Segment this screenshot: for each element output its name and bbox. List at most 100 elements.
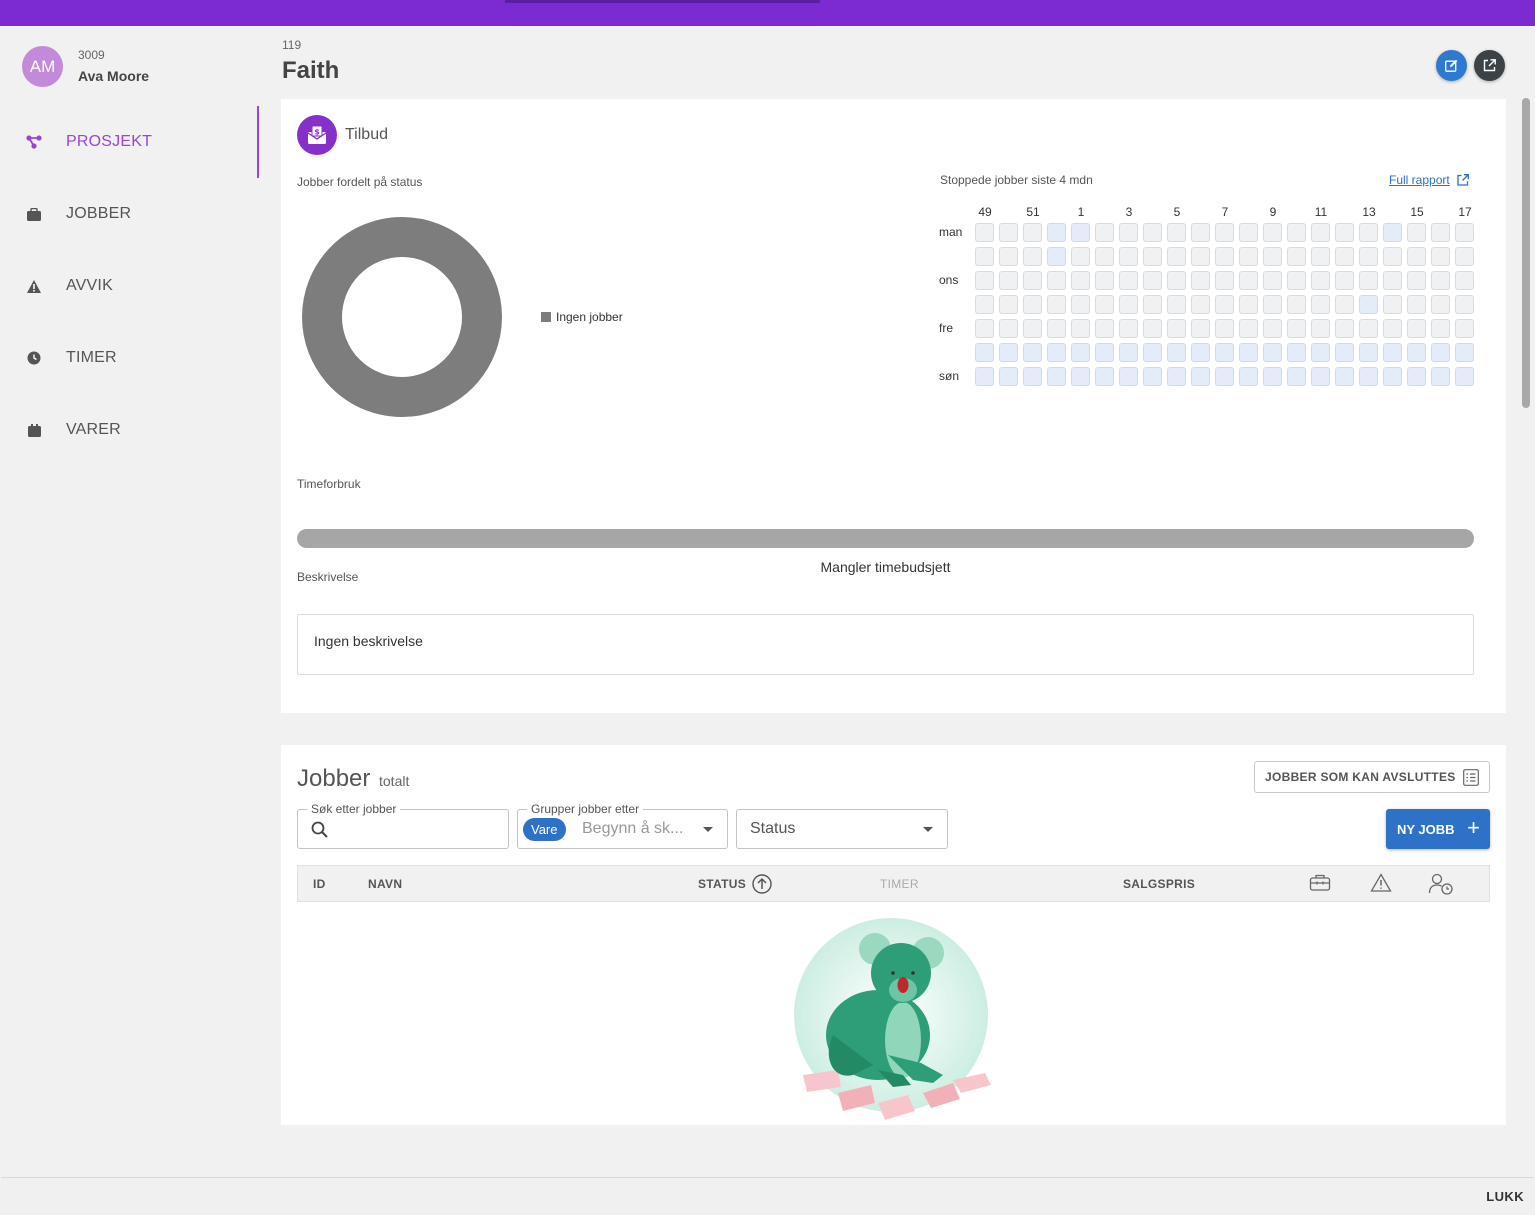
- heatmap-cell[interactable]: [1191, 247, 1210, 266]
- heatmap-cell[interactable]: [1311, 367, 1330, 386]
- heatmap-cell[interactable]: [1407, 367, 1426, 386]
- heatmap-cell[interactable]: [1287, 367, 1306, 386]
- heatmap-cell[interactable]: [1119, 343, 1138, 362]
- heatmap-cell[interactable]: [975, 223, 994, 242]
- heatmap-cell[interactable]: [1047, 295, 1066, 314]
- heatmap-cell[interactable]: [975, 295, 994, 314]
- heatmap-cell[interactable]: [1047, 319, 1066, 338]
- heatmap-cell[interactable]: [1287, 319, 1306, 338]
- heatmap-cell[interactable]: [1407, 343, 1426, 362]
- heatmap-cell[interactable]: [1239, 319, 1258, 338]
- heatmap-cell[interactable]: [1143, 271, 1162, 290]
- heatmap-cell[interactable]: [1071, 367, 1090, 386]
- heatmap-cell[interactable]: [1239, 271, 1258, 290]
- heatmap-cell[interactable]: [1143, 343, 1162, 362]
- heatmap-cell[interactable]: [1311, 223, 1330, 242]
- heatmap-cell[interactable]: [1071, 343, 1090, 362]
- heatmap-cell[interactable]: [1167, 367, 1186, 386]
- heatmap-cell[interactable]: [1431, 271, 1450, 290]
- heatmap-cell[interactable]: [1311, 319, 1330, 338]
- heatmap-cell[interactable]: [1383, 319, 1402, 338]
- heatmap-cell[interactable]: [1431, 367, 1450, 386]
- job-search-field[interactable]: Søk etter jobber: [297, 802, 509, 849]
- heatmap-cell[interactable]: [1047, 367, 1066, 386]
- heatmap-cell[interactable]: [1407, 223, 1426, 242]
- heatmap-cell[interactable]: [1071, 319, 1090, 338]
- heatmap-cell[interactable]: [1407, 271, 1426, 290]
- heatmap-cell[interactable]: [1119, 319, 1138, 338]
- sidebar-item-timer[interactable]: TIMER: [1, 322, 259, 394]
- scrollbar-thumb[interactable]: [1522, 98, 1530, 408]
- column-name[interactable]: NAVN: [368, 877, 402, 891]
- heatmap-cell[interactable]: [1431, 343, 1450, 362]
- heatmap-cell[interactable]: [1359, 367, 1378, 386]
- heatmap-cell[interactable]: [1215, 343, 1234, 362]
- sidebar-item-avvik[interactable]: AVVIK: [1, 250, 259, 322]
- heatmap-cell[interactable]: [1239, 223, 1258, 242]
- heatmap-cell[interactable]: [1047, 223, 1066, 242]
- heatmap-cell[interactable]: [1167, 271, 1186, 290]
- heatmap-cell[interactable]: [999, 247, 1018, 266]
- heatmap-cell[interactable]: [999, 319, 1018, 338]
- heatmap-cell[interactable]: [1455, 367, 1474, 386]
- close-button[interactable]: LUKK: [1486, 1189, 1524, 1204]
- heatmap-cell[interactable]: [1023, 271, 1042, 290]
- heatmap-cell[interactable]: [1023, 223, 1042, 242]
- heatmap-cell[interactable]: [1215, 247, 1234, 266]
- heatmap-cell[interactable]: [1455, 247, 1474, 266]
- heatmap-cell[interactable]: [1143, 247, 1162, 266]
- heatmap-cell[interactable]: [1143, 319, 1162, 338]
- heatmap-cell[interactable]: [1095, 247, 1114, 266]
- status-select[interactable]: Status: [736, 809, 948, 849]
- heatmap-cell[interactable]: [975, 319, 994, 338]
- heatmap-cell[interactable]: [1407, 247, 1426, 266]
- heatmap-cell[interactable]: [975, 367, 994, 386]
- heatmap-cell[interactable]: [1119, 247, 1138, 266]
- heatmap-cell[interactable]: [1311, 271, 1330, 290]
- heatmap-cell[interactable]: [1263, 343, 1282, 362]
- heatmap-cell[interactable]: [1023, 319, 1042, 338]
- closable-jobs-button[interactable]: JOBBER SOM KAN AVSLUTTES: [1254, 761, 1490, 793]
- heatmap-cell[interactable]: [1071, 271, 1090, 290]
- heatmap-cell[interactable]: [1359, 295, 1378, 314]
- heatmap-cell[interactable]: [1335, 367, 1354, 386]
- heatmap-cell[interactable]: [1287, 295, 1306, 314]
- heatmap-cell[interactable]: [1167, 247, 1186, 266]
- heatmap-cell[interactable]: [1167, 319, 1186, 338]
- heatmap-cell[interactable]: [1383, 343, 1402, 362]
- heatmap-cell[interactable]: [1359, 343, 1378, 362]
- heatmap-cell[interactable]: [1023, 367, 1042, 386]
- heatmap-cell[interactable]: [1287, 223, 1306, 242]
- heatmap-cell[interactable]: [1335, 295, 1354, 314]
- heatmap-cell[interactable]: [1455, 295, 1474, 314]
- full-report-link[interactable]: Full rapport: [1389, 173, 1469, 187]
- warning-icon[interactable]: [1370, 873, 1392, 893]
- heatmap-cell[interactable]: [1383, 295, 1402, 314]
- heatmap-cell[interactable]: [1143, 295, 1162, 314]
- heatmap-cell[interactable]: [1311, 247, 1330, 266]
- edit-project-button[interactable]: [1436, 50, 1467, 81]
- column-price[interactable]: SALGSPRIS: [1123, 877, 1195, 891]
- heatmap-cell[interactable]: [1023, 295, 1042, 314]
- heatmap-cell[interactable]: [1431, 247, 1450, 266]
- heatmap-cell[interactable]: [1095, 343, 1114, 362]
- heatmap-cell[interactable]: [1167, 295, 1186, 314]
- heatmap-cell[interactable]: [1095, 223, 1114, 242]
- heatmap-cell[interactable]: [999, 223, 1018, 242]
- heatmap-cell[interactable]: [1431, 223, 1450, 242]
- heatmap-cell[interactable]: [1359, 223, 1378, 242]
- heatmap-cell[interactable]: [1191, 367, 1210, 386]
- heatmap-cell[interactable]: [1095, 367, 1114, 386]
- heatmap-cell[interactable]: [1335, 343, 1354, 362]
- search-input[interactable]: [338, 818, 498, 840]
- heatmap-cell[interactable]: [1191, 319, 1210, 338]
- heatmap-cell[interactable]: [1071, 247, 1090, 266]
- heatmap-cell[interactable]: [1167, 223, 1186, 242]
- heatmap-cell[interactable]: [1407, 319, 1426, 338]
- heatmap-cell[interactable]: [1143, 223, 1162, 242]
- heatmap-cell[interactable]: [999, 367, 1018, 386]
- column-id[interactable]: ID: [313, 877, 326, 891]
- heatmap-cell[interactable]: [1287, 271, 1306, 290]
- heatmap-cell[interactable]: [1359, 247, 1378, 266]
- sort-ascending-icon[interactable]: [752, 874, 772, 894]
